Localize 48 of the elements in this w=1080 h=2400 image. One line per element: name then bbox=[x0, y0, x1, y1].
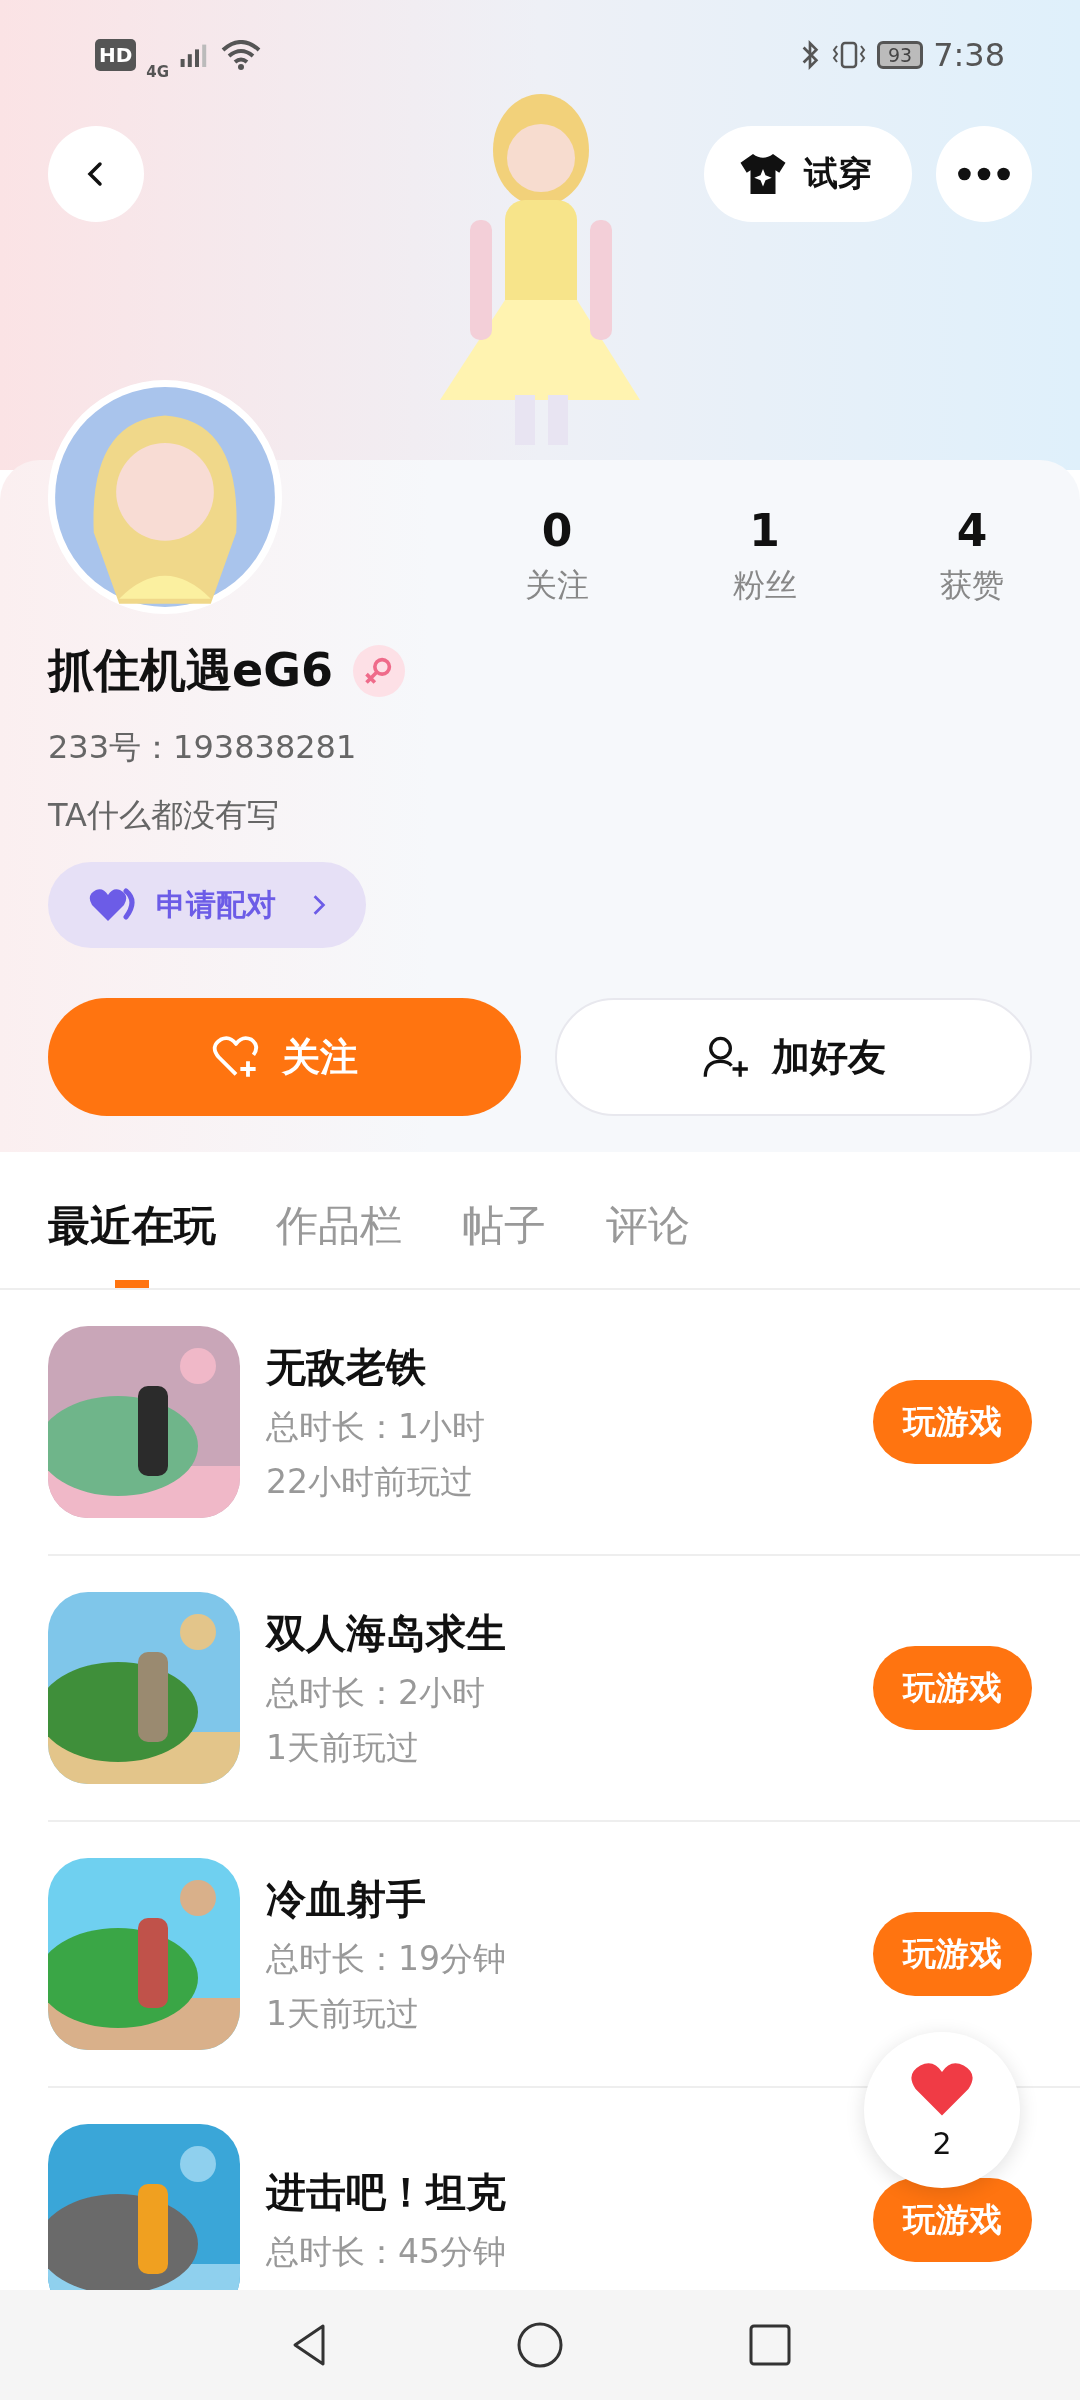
network-label: 4G bbox=[146, 63, 170, 81]
stat-label: 粉丝 bbox=[732, 565, 797, 606]
tab[interactable]: 作品栏 bbox=[276, 1182, 402, 1288]
play-duration: 总时长：1小时 bbox=[266, 1405, 486, 1448]
stat-label: 关注 bbox=[525, 565, 589, 606]
stat-count: 4 bbox=[956, 505, 988, 556]
try-on-button[interactable]: 试穿 bbox=[704, 126, 912, 222]
add-friend-button[interactable]: 加好友 bbox=[555, 998, 1032, 1116]
more-icon bbox=[956, 167, 1012, 181]
female-icon bbox=[352, 645, 405, 697]
shirt-icon bbox=[738, 151, 788, 197]
tab[interactable]: 最近在玩 bbox=[48, 1182, 216, 1288]
chevron-icon bbox=[312, 894, 326, 916]
clock-time: 7:38 bbox=[933, 36, 1005, 74]
play-duration: 总时长：2小时 bbox=[266, 1671, 486, 1714]
follow-button[interactable]: 关注 bbox=[48, 998, 521, 1116]
game-title: 进击吧！坦克 bbox=[266, 2168, 507, 2217]
play-game-button[interactable]: 玩游戏 bbox=[873, 2178, 1032, 2262]
battery-icon: 93 bbox=[876, 41, 924, 69]
heart-plus-icon bbox=[211, 1035, 260, 1079]
home-nav-icon[interactable] bbox=[515, 2320, 565, 2370]
match-request-button[interactable]: 申请配对 bbox=[48, 862, 366, 948]
game-title: 冷血射手 bbox=[266, 1874, 427, 1924]
tab[interactable]: 评论 bbox=[606, 1182, 690, 1288]
play-duration: 总时长：19分钟 bbox=[266, 1937, 507, 1980]
stat-count: 1 bbox=[749, 505, 780, 556]
play-game-button[interactable]: 玩游戏 bbox=[873, 1646, 1032, 1730]
game-title: 双人海岛求生 bbox=[266, 1608, 507, 1658]
add-user-icon bbox=[701, 1035, 750, 1079]
last-played: 1天前玩过 bbox=[266, 1992, 420, 2035]
like-float-button[interactable]: 2 bbox=[864, 2032, 1020, 2188]
like-count: 2 bbox=[932, 2125, 952, 2161]
play-duration: 总时长：45分钟 bbox=[266, 2231, 507, 2273]
vibrate-icon bbox=[830, 39, 867, 71]
last-played: 1天前玩过 bbox=[266, 1726, 420, 1769]
play-game-button[interactable]: 玩游戏 bbox=[873, 1912, 1032, 1996]
user-name: 抓住机遇eG6 bbox=[48, 642, 333, 699]
tab[interactable]: 帖子 bbox=[462, 1182, 546, 1288]
game-title: 无敌老铁 bbox=[266, 1342, 427, 1392]
stat-count: 0 bbox=[541, 505, 573, 556]
hd-icon: HD bbox=[95, 39, 137, 71]
user-id: 233号：193838281 bbox=[48, 727, 358, 768]
user-bio: TA什么都没有写 bbox=[48, 795, 280, 836]
play-game-button[interactable]: 玩游戏 bbox=[873, 1380, 1032, 1464]
heart-icon bbox=[88, 887, 138, 923]
last-played: 22小时前玩过 bbox=[266, 1460, 474, 1503]
stat-label: 获赞 bbox=[940, 565, 1004, 606]
wifi-icon bbox=[221, 40, 262, 70]
